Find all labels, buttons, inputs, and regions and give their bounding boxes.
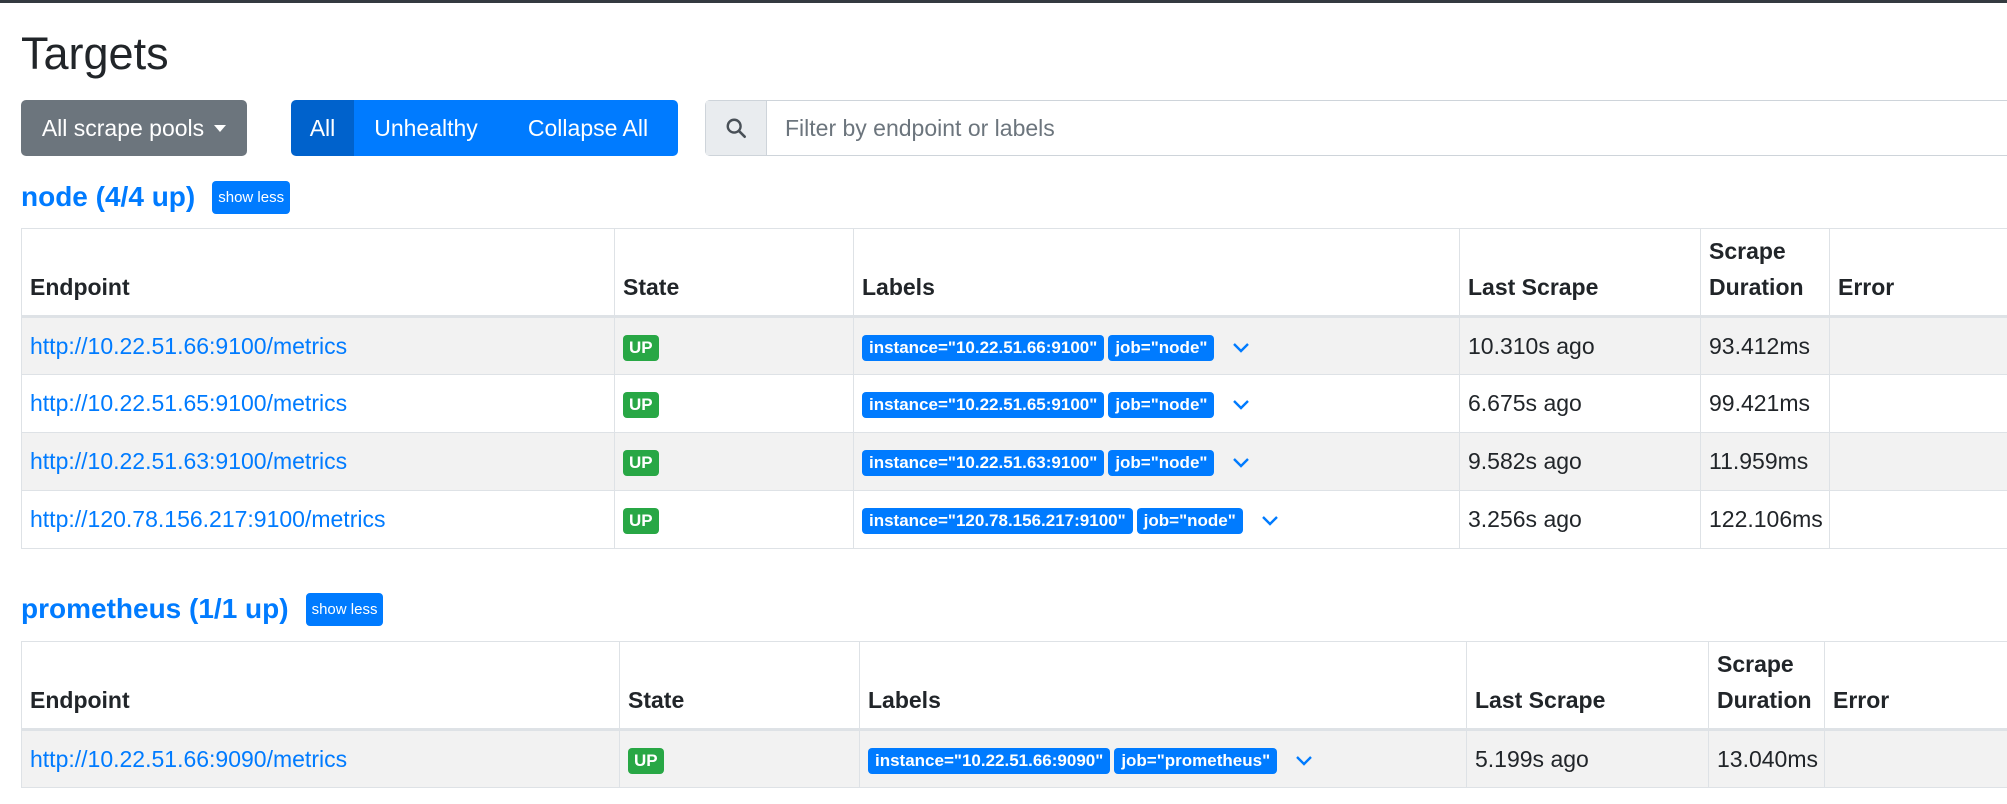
col-last-scrape: Last Scrape: [1466, 641, 1709, 731]
col-labels: Labels: [859, 641, 1467, 731]
scrape-pools-dropdown[interactable]: All scrape pools: [21, 100, 247, 156]
instance-label: instance="10.22.51.66:9090": [868, 747, 1111, 774]
show-less-button[interactable]: show less: [305, 592, 384, 626]
scrape-pools-label: All scrape pools: [41, 114, 205, 141]
scrape-duration: 122.106ms: [1700, 490, 1830, 549]
table-row: http://120.78.156.217:9100/metrics UP in…: [21, 490, 2007, 549]
page-title: Targets: [21, 28, 169, 79]
chevron-down-icon[interactable]: [1232, 333, 1250, 360]
table-row: http://10.22.51.66:9100/metrics UP insta…: [21, 316, 2007, 375]
endpoint-link[interactable]: http://10.22.51.66:9090/metrics: [30, 746, 347, 772]
endpoint-link[interactable]: http://10.22.51.63:9100/metrics: [30, 448, 347, 474]
filter-all-button[interactable]: All: [291, 100, 354, 156]
filter-unhealthy-button[interactable]: Unhealthy: [354, 100, 498, 156]
last-scrape: 3.256s ago: [1459, 490, 1701, 549]
last-scrape: 9.582s ago: [1459, 432, 1701, 491]
job-label: job="node": [1136, 508, 1243, 534]
chevron-down-icon[interactable]: [1232, 448, 1250, 475]
col-state: State: [614, 228, 854, 318]
instance-label: instance="10.22.51.63:9100": [862, 450, 1105, 476]
table-header-row: Endpoint State Labels Last Scrape Scrape…: [21, 641, 2007, 731]
scrape-duration: 11.959ms: [1700, 432, 1830, 491]
col-endpoint: Endpoint: [21, 641, 620, 731]
instance-label: instance="10.22.51.66:9100": [862, 334, 1105, 361]
col-state: State: [619, 641, 860, 731]
error-cell: [1829, 490, 2007, 549]
state-badge: UP: [623, 508, 659, 534]
chevron-down-icon[interactable]: [1295, 746, 1313, 773]
job-label: job="node": [1108, 334, 1215, 361]
error-cell: [1824, 729, 2007, 788]
endpoint-link[interactable]: http://10.22.51.66:9100/metrics: [30, 333, 347, 359]
state-badge: UP: [623, 334, 659, 361]
col-endpoint: Endpoint: [21, 228, 615, 318]
pool-title[interactable]: node (4/4 up): [21, 181, 195, 213]
scrape-duration: 93.412ms: [1700, 316, 1830, 375]
col-error: Error: [1824, 641, 2007, 731]
job-label: job="node": [1108, 392, 1215, 418]
filter-button-group: All Unhealthy Collapse All: [291, 100, 678, 156]
chevron-down-icon[interactable]: [1261, 506, 1279, 533]
pool-title[interactable]: prometheus (1/1 up): [21, 593, 289, 625]
last-scrape: 5.199s ago: [1466, 729, 1709, 788]
table-row: http://10.22.51.65:9100/metrics UP insta…: [21, 374, 2007, 433]
scrape-duration: 13.040ms: [1708, 729, 1825, 788]
job-label: job="prometheus": [1114, 747, 1278, 774]
col-labels: Labels: [853, 228, 1460, 318]
targets-table-prometheus: Endpoint State Labels Last Scrape Scrape…: [21, 641, 2007, 788]
scrape-duration: 99.421ms: [1700, 374, 1830, 433]
table-header-row: Endpoint State Labels Last Scrape Scrape…: [21, 228, 2007, 318]
endpoint-link[interactable]: http://10.22.51.65:9100/metrics: [30, 390, 347, 416]
table-row: http://10.22.51.63:9100/metrics UP insta…: [21, 432, 2007, 491]
error-cell: [1829, 316, 2007, 375]
col-error: Error: [1829, 228, 2007, 318]
state-badge: UP: [623, 392, 659, 418]
instance-label: instance="10.22.51.65:9100": [862, 392, 1105, 418]
search-bar: [705, 100, 2007, 156]
state-badge: UP: [628, 747, 664, 774]
search-icon: [706, 101, 767, 155]
chevron-down-icon[interactable]: [1232, 390, 1250, 417]
instance-label: instance="120.78.156.217:9100": [862, 508, 1133, 534]
error-cell: [1829, 432, 2007, 491]
collapse-all-button[interactable]: Collapse All: [498, 100, 678, 156]
pool-header-prometheus: prometheus (1/1 up) show less: [21, 590, 384, 628]
endpoint-link[interactable]: http://120.78.156.217:9100/metrics: [30, 506, 385, 532]
last-scrape: 6.675s ago: [1459, 374, 1701, 433]
job-label: job="node": [1108, 450, 1215, 476]
top-border: [0, 0, 2007, 3]
search-input[interactable]: [767, 101, 2007, 155]
pool-header-node: node (4/4 up) show less: [21, 178, 291, 216]
show-less-button[interactable]: show less: [212, 180, 291, 214]
col-scrape-duration: Scrape Duration: [1700, 228, 1830, 318]
col-scrape-duration: Scrape Duration: [1708, 641, 1825, 731]
caret-down-icon: [214, 124, 227, 132]
state-badge: UP: [623, 450, 659, 476]
error-cell: [1829, 374, 2007, 433]
table-row: http://10.22.51.66:9090/metrics UP insta…: [21, 729, 2007, 788]
last-scrape: 10.310s ago: [1459, 316, 1701, 375]
col-last-scrape: Last Scrape: [1459, 228, 1701, 318]
targets-table-node: Endpoint State Labels Last Scrape Scrape…: [21, 228, 2007, 549]
